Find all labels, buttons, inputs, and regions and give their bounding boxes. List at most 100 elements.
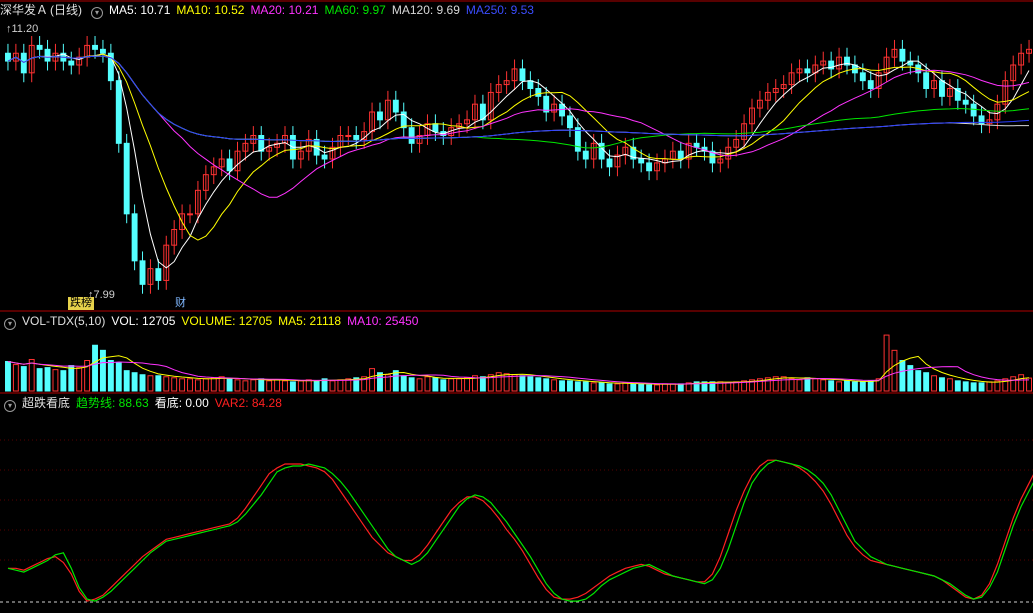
volume-bar [210, 377, 217, 392]
indicator-settings-icon[interactable]: ▾ [4, 400, 16, 412]
high-marker: ↑11.20 [6, 23, 39, 35]
volume-bar [163, 376, 170, 392]
volume-bar [440, 379, 447, 392]
stock-name[interactable]: 深华发Ａ [0, 3, 48, 17]
stock-chart-screen: 深华发Ａ (日线) ▾ MA5: 10.71 MA10: 10.52 MA20: 10.2… [0, 0, 1033, 613]
volume-bar [939, 377, 945, 392]
event-tag-dieb[interactable]: 跌榜 [68, 297, 94, 310]
volume-bar [519, 375, 526, 392]
volume-bar [107, 360, 114, 392]
volume-bar [543, 378, 550, 392]
candle-body [321, 154, 328, 160]
volume-title[interactable]: VOL-TDX(5,10) [22, 314, 105, 328]
volume-bar [408, 377, 415, 392]
candle-body [646, 162, 653, 172]
candle-body [432, 123, 439, 133]
volume-bar [44, 367, 51, 392]
volume-bar [828, 380, 835, 392]
volume-bar [202, 378, 209, 392]
candle-body [392, 99, 399, 113]
volume-bar [844, 380, 850, 392]
volume-bar [392, 370, 399, 392]
candle-body [36, 44, 43, 50]
candle-body [574, 127, 581, 152]
volume-bar [804, 377, 811, 392]
volume-bar [606, 383, 613, 392]
volume-bar [68, 365, 75, 392]
volume-bar [464, 377, 471, 392]
indicator-title[interactable]: 超跌看底 [22, 396, 70, 410]
candle-body [408, 127, 415, 144]
volume-bar [867, 380, 874, 392]
volume-bar [139, 374, 146, 392]
volume-bar [60, 370, 67, 392]
chart-canvas[interactable] [0, 0, 1033, 613]
volume-bar [836, 381, 843, 392]
volume-bar [970, 382, 977, 392]
price-candles [5, 36, 1032, 294]
volume-bar [147, 375, 154, 392]
volume-bar [432, 377, 439, 392]
candle-body [353, 135, 360, 140]
volume-bar [661, 383, 668, 392]
volume-bar [899, 360, 906, 392]
indicator-lines [7, 459, 1033, 602]
candle-body [939, 80, 945, 97]
volume-bar [313, 380, 320, 392]
candle-body [187, 213, 193, 216]
var2-value: VAR2: 84.28 [214, 396, 282, 410]
volume-bar [274, 379, 281, 392]
volume-bar [638, 383, 645, 392]
volume-bar [891, 349, 898, 392]
volume-bar [5, 361, 11, 392]
candle-body [804, 68, 811, 74]
volume-bar [954, 380, 961, 392]
volume-bar [12, 364, 19, 392]
event-tag-cai[interactable]: 财 [175, 297, 186, 310]
volume-bar [123, 370, 130, 392]
ma60-value: MA60: 9.97 [324, 3, 386, 17]
panel-grid [0, 0, 1033, 603]
volume-bar [598, 382, 605, 392]
volume-bar [36, 368, 43, 392]
candle-body [638, 158, 645, 164]
candle-body [226, 158, 233, 172]
candle-body [535, 88, 542, 97]
volume-bar [582, 381, 589, 392]
volume-bar [226, 378, 233, 392]
candle-body [139, 260, 146, 285]
volume-bar [551, 379, 558, 392]
vol-ma5-value: MA5: 21118 [278, 314, 342, 328]
volume-bar [282, 380, 288, 392]
volume-bar [669, 383, 676, 392]
candle-body [123, 142, 130, 215]
candle-body [899, 48, 906, 62]
volume-bar [566, 380, 573, 392]
candle-body [962, 99, 969, 105]
volume-bar [630, 383, 637, 392]
volume-bar [1010, 376, 1017, 392]
volume-bar [915, 370, 922, 392]
ma250-value: MA250: 9.53 [465, 3, 534, 17]
candle-body [99, 48, 106, 54]
candle-body [92, 44, 98, 50]
volume-bar [28, 358, 35, 392]
volume-bar [234, 379, 241, 392]
candle-body [258, 135, 265, 152]
candle-body [345, 135, 352, 137]
volume-bar [187, 378, 193, 392]
volume-bar [250, 379, 257, 392]
price-header: 深华发Ａ (日线) ▾ MA5: 10.71 MA10: 10.52 MA20: 10.2… [0, 2, 540, 19]
high-price-label: 11.20 [11, 23, 39, 35]
volume-bar [289, 381, 296, 392]
volume-bar [416, 378, 423, 392]
period-label[interactable]: (日线) [50, 3, 82, 17]
volume-bar [99, 349, 106, 392]
volume-bar [654, 384, 660, 392]
volume-value: VOLUME: 12705 [181, 314, 273, 328]
settings-circle-icon[interactable]: ▾ [91, 7, 104, 19]
ma250-line [7, 55, 1030, 143]
candle-body [115, 80, 122, 144]
volume-bar [131, 372, 138, 392]
volume-settings-icon[interactable]: ▾ [4, 318, 16, 330]
